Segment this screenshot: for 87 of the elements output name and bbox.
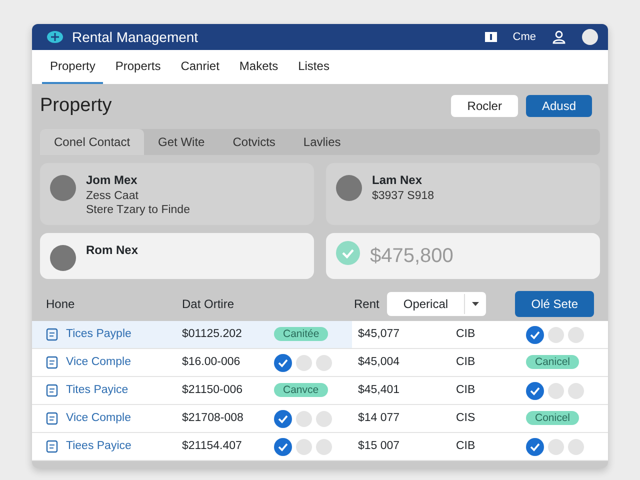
user-label[interactable]: Cme xyxy=(512,28,536,46)
option-icon[interactable] xyxy=(316,410,332,427)
option-icon[interactable] xyxy=(296,410,312,427)
sub-tab[interactable]: Lavlies xyxy=(289,128,355,154)
name-link[interactable]: Tites Payice xyxy=(66,382,128,400)
caret-icon xyxy=(472,302,480,306)
nav-tab[interactable]: Properts xyxy=(107,50,169,84)
check-toggle[interactable] xyxy=(526,382,544,400)
avatar-icon[interactable] xyxy=(582,29,598,45)
table-cell: $16.00-006 xyxy=(182,356,240,368)
table-cell: $21150-006 xyxy=(182,384,243,396)
check-toggle[interactable] xyxy=(274,438,292,456)
table-cell: CIB xyxy=(456,440,476,452)
nav-tab[interactable]: Makets xyxy=(231,50,286,84)
card-heading: Lam Nex xyxy=(372,172,424,188)
status-tag: Conicel xyxy=(526,411,580,426)
avatar-placeholder xyxy=(50,174,76,200)
option-icon[interactable] xyxy=(548,382,564,399)
document-icon xyxy=(46,412,58,426)
logo-icon xyxy=(46,30,64,44)
table-cell: CIS xyxy=(456,412,476,424)
table-row[interactable]: Tiees Payice $21154.407 $15 007 CIB xyxy=(32,433,608,462)
sub-tab[interactable]: Conel Contact xyxy=(40,128,144,154)
secondary-button[interactable]: Rocler xyxy=(451,95,518,118)
card-text: Stere Tzary to Finde xyxy=(86,202,190,218)
app-title: Rental Management xyxy=(72,28,198,47)
status-tag: Canvce xyxy=(274,383,328,398)
column-header: Dat Ortire xyxy=(182,296,236,314)
table-cell: CIB xyxy=(456,384,476,396)
check-toggle[interactable] xyxy=(274,354,292,372)
card-text: $3937 S918 xyxy=(372,188,434,203)
sub-tab[interactable]: Get Wite xyxy=(144,128,219,154)
column-header: Hone xyxy=(46,296,76,314)
name-link[interactable]: Vice Comple xyxy=(66,410,131,428)
table-row[interactable]: Vice Comple $16.00-006 $45,004 CIB Canicel xyxy=(32,349,608,378)
primary-button[interactable]: Adusd xyxy=(526,95,592,118)
document-icon xyxy=(46,328,58,342)
avatar-placeholder xyxy=(50,245,76,272)
name-link[interactable]: Tiees Payice xyxy=(66,438,132,456)
table-cell: $21154.407 xyxy=(182,440,242,452)
document-icon xyxy=(46,384,58,398)
option-icon[interactable] xyxy=(548,326,564,343)
nav-tab[interactable]: Property xyxy=(42,50,104,84)
name-link[interactable]: Tices Payple xyxy=(66,326,132,344)
user-icon[interactable] xyxy=(552,30,566,44)
table-cell: $15 007 xyxy=(358,440,400,452)
page-title: Property xyxy=(40,94,112,118)
status-tag: Canitée xyxy=(274,327,328,342)
primary-button[interactable]: Olé Sete xyxy=(515,291,594,318)
table-row[interactable]: Tites Payice $21150-006 Canvce $45,401 CIB xyxy=(32,377,608,406)
table-cell: $45,004 xyxy=(358,356,400,368)
check-toggle[interactable] xyxy=(274,410,292,428)
check-toggle[interactable] xyxy=(526,326,544,344)
avatar-placeholder xyxy=(336,174,362,200)
card-heading: Rom Nex xyxy=(86,242,138,260)
card-heading: Jom Mex xyxy=(86,172,138,188)
option-icon[interactable] xyxy=(568,382,584,399)
table-cell: $21708-008 xyxy=(182,412,244,424)
table-cell: CIB xyxy=(456,356,476,368)
sub-tab[interactable]: Cotvicts xyxy=(218,128,290,154)
option-icon[interactable] xyxy=(548,438,564,455)
table-row[interactable]: Vice Comple $21708-008 $14 077 CIS Conicel xyxy=(32,405,608,434)
table-row[interactable]: Tices Payple $01125.202 Canitée $45,077 CIB xyxy=(32,321,608,350)
card-heading: $475,800 xyxy=(370,244,454,270)
option-icon[interactable] xyxy=(568,438,584,455)
document-icon xyxy=(46,356,58,370)
table-cell: $45,401 xyxy=(358,384,400,396)
option-icon[interactable] xyxy=(296,354,312,371)
table-cell: CIB xyxy=(456,328,476,340)
name-link[interactable]: Vice Comple xyxy=(66,354,131,372)
table-cell: $14 077 xyxy=(358,412,400,424)
notification-icon[interactable] xyxy=(484,32,497,42)
table-cell: $45,077 xyxy=(358,328,400,340)
option-icon[interactable] xyxy=(568,326,584,343)
status-tag: Canicel xyxy=(526,355,580,370)
option-icon[interactable] xyxy=(296,438,312,455)
table-cell: $01125.202 xyxy=(182,328,242,340)
filter-dropdown[interactable]: Operical xyxy=(387,292,486,316)
document-icon xyxy=(46,440,58,454)
nav-tab[interactable]: Listes xyxy=(290,50,338,84)
card-text: Zess Caat xyxy=(86,188,140,203)
check-toggle[interactable] xyxy=(526,438,544,456)
option-icon[interactable] xyxy=(316,354,332,371)
column-header: Rent xyxy=(354,296,380,314)
check-icon xyxy=(336,241,360,266)
nav-tab[interactable]: Canriet xyxy=(172,50,228,84)
option-icon[interactable] xyxy=(316,438,332,455)
